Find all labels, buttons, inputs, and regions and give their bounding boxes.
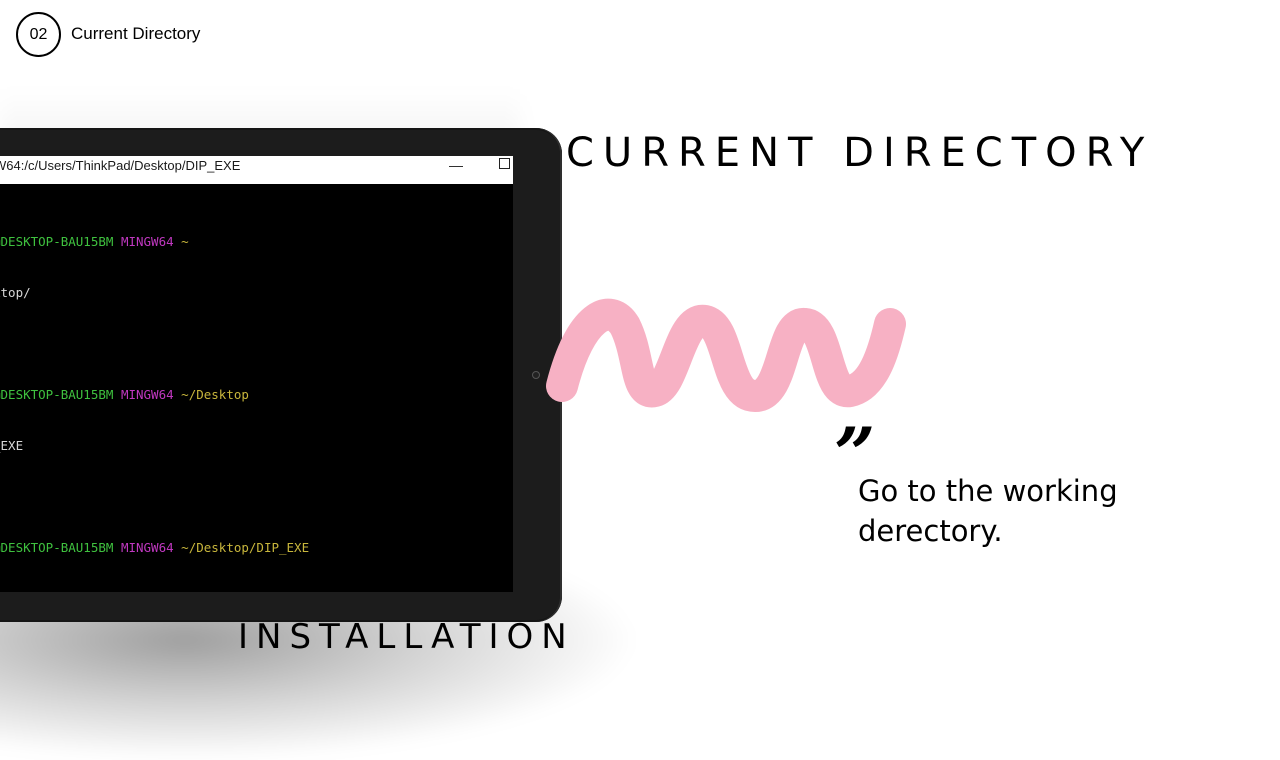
slide-heading: CURRENT DIRECTORY [566,130,1154,176]
step-number-badge: 02 [16,12,61,57]
terminal-output-line: _EXE [0,438,24,453]
wavy-squiggle-decoration [546,298,906,412]
prompt-path: ~ [181,234,189,249]
terminal-prompt-line: @DESKTOP-BAU15BM MINGW64 ~/Desktop/DIP_E… [0,539,506,556]
squiggle-path [546,298,906,412]
slide-subheading: INSTALLATION [238,617,575,657]
prompt-shell: MINGW64 [120,387,174,402]
terminal-window[interactable]: W64:/c/Users/ThinkPad/Desktop/DIP_EXE — … [0,156,513,592]
terminal-output-line: ktop/ [0,285,31,300]
terminal-title: W64:/c/Users/ThinkPad/Desktop/DIP_EXE [0,158,241,173]
prompt-user: @DESKTOP-BAU15BM [0,234,114,249]
minimize-icon[interactable]: — [449,157,463,173]
prompt-shell: MINGW64 [120,234,174,249]
terminal-prompt-line: @DESKTOP-BAU15BM MINGW64 ~ [0,233,506,250]
prompt-path: ~/Desktop/DIP_EXE [181,540,310,555]
prompt-user: @DESKTOP-BAU15BM [0,540,114,555]
prompt-path: ~/Desktop [181,387,249,402]
terminal-prompt-line: @DESKTOP-BAU15BM MINGW64 ~/Desktop [0,386,506,403]
camera-dot-icon [532,371,540,379]
terminal-titlebar[interactable]: W64:/c/Users/ThinkPad/Desktop/DIP_EXE — [0,156,513,184]
terminal-output[interactable]: @DESKTOP-BAU15BM MINGW64 ~ ktop/ @DESKTO… [0,199,513,590]
step-number: 02 [29,25,48,43]
prompt-user: @DESKTOP-BAU15BM [0,387,114,402]
maximize-icon[interactable] [499,158,510,169]
prompt-shell: MINGW64 [120,540,174,555]
section-title: Current Directory [71,24,201,43]
quote-text: Go to the working derectory. [858,474,1118,548]
